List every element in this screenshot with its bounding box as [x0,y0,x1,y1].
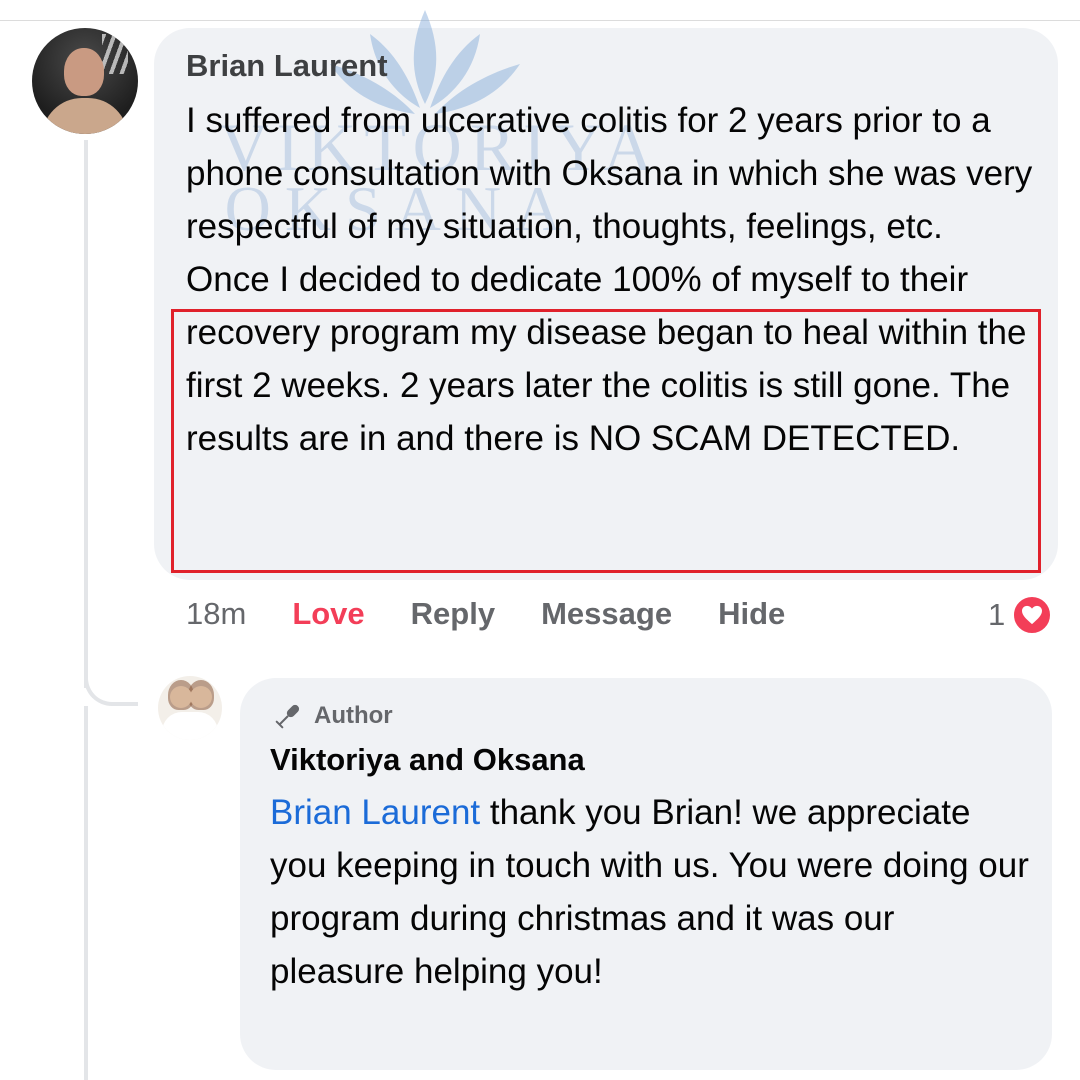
comment-author[interactable]: Brian Laurent [186,48,388,84]
highlight-box [171,309,1041,573]
comment-timestamp[interactable]: 18m [186,596,246,632]
microphone-icon [275,704,300,729]
love-button[interactable]: Love [292,596,364,632]
reply-button[interactable]: Reply [411,596,495,632]
thread-connector [84,660,138,706]
reaction-summary[interactable]: 1 [988,594,1054,636]
thread-line-continued [84,706,88,1080]
mention-link[interactable]: Brian Laurent [270,793,480,832]
message-button[interactable]: Message [541,596,672,632]
thread-line [84,140,88,688]
reply-author[interactable]: Viktoriya and Oksana [270,742,585,778]
reply-text: Brian Laurent thank you Brian! we apprec… [270,786,1030,998]
comment-actions: 18m Love Reply Message Hide [186,596,831,632]
reaction-count: 1 [988,597,1006,632]
heart-icon [1011,594,1054,636]
top-divider [0,20,1080,21]
hide-button[interactable]: Hide [718,596,785,632]
author-badge: Author [272,700,393,732]
avatar-viktoriya-and-oksana[interactable] [158,676,222,740]
author-badge-label: Author [314,702,393,729]
avatar-brian[interactable] [32,28,138,134]
